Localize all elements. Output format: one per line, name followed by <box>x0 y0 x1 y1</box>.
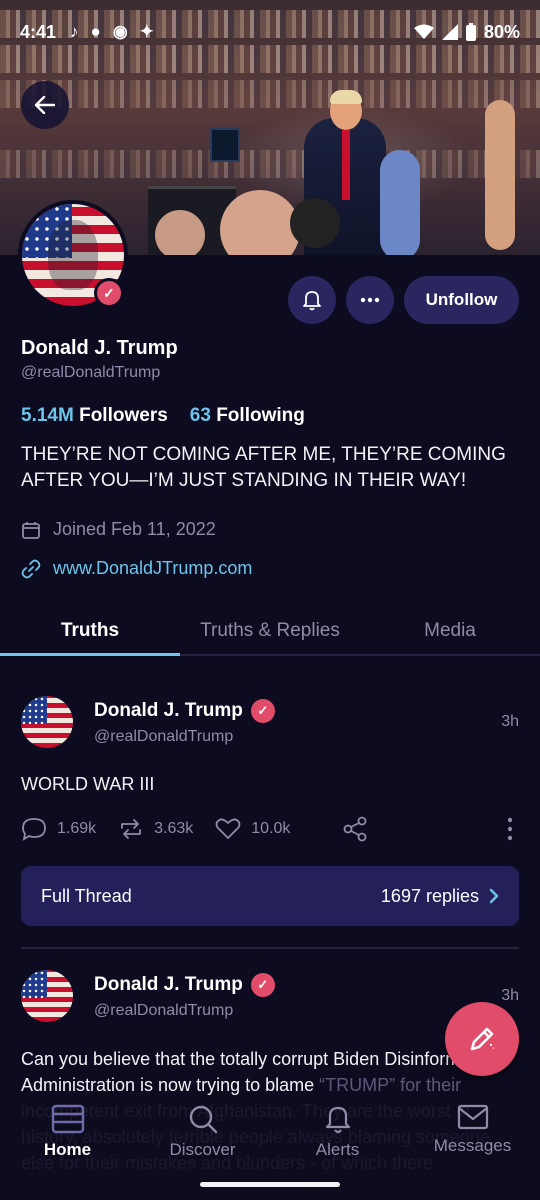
back-button[interactable] <box>21 81 69 129</box>
full-thread-button[interactable]: Full Thread 1697 replies <box>21 866 519 926</box>
verified-badge-icon: ✓ <box>94 278 124 308</box>
share-button[interactable] <box>342 816 368 842</box>
retruth-count: 3.63k <box>154 820 194 837</box>
nav-alerts-label: Alerts <box>315 1140 360 1159</box>
post-handle: @realDonaldTrump <box>94 728 234 745</box>
tab-truths[interactable]: Truths <box>0 608 180 656</box>
followers-count: 5.14M <box>21 405 74 426</box>
following-link[interactable]: 63 Following <box>190 405 305 427</box>
twitter-icon: ✦ <box>139 22 154 41</box>
full-thread-label: Full Thread <box>41 885 132 906</box>
post-divider <box>21 947 519 949</box>
more-vertical-icon <box>507 817 513 841</box>
comment-icon <box>22 818 46 841</box>
post-author[interactable]: Donald J. Trump ✓ <box>94 699 275 723</box>
repost-icon <box>121 819 142 839</box>
reply-count: 1.69k <box>57 820 97 837</box>
compose-pen-icon <box>470 1027 494 1051</box>
compose-button[interactable] <box>445 1002 519 1076</box>
tab-truths-and-replies[interactable]: Truths & Replies <box>180 608 360 654</box>
heart-icon <box>215 818 241 839</box>
link-icon <box>21 559 41 578</box>
post-time: 3h <box>501 713 519 730</box>
arrow-left-icon <box>35 96 55 114</box>
unfollow-button[interactable]: Unfollow <box>404 276 519 324</box>
website-row[interactable]: www.DonaldJTrump.com <box>21 558 252 579</box>
notifications-bell-button[interactable] <box>288 276 336 324</box>
tiktok-icon: ♪ <box>70 22 79 41</box>
website-link[interactable]: www.DonaldJTrump.com <box>53 558 252 579</box>
nav-home-label: Home <box>43 1140 92 1159</box>
post-author[interactable]: Donald J. Trump ✓ <box>94 973 275 997</box>
home-icon <box>51 1104 84 1134</box>
thread-replies-count: 1697 replies <box>380 885 479 906</box>
more-options-button[interactable] <box>346 276 394 324</box>
signal-icon <box>441 24 458 40</box>
home-indicator[interactable] <box>200 1182 340 1187</box>
post-author-name: Donald J. Trump <box>94 700 243 721</box>
retruth-button[interactable]: 3.63k <box>118 817 193 841</box>
profile-handle: @realDonaldTrump <box>21 364 161 381</box>
bell-icon <box>325 1106 350 1134</box>
calendar-icon <box>22 521 40 539</box>
bell-icon <box>303 291 321 311</box>
reddit-icon: ● <box>90 22 101 41</box>
follow-stats: 5.14M Followers 63 Following <box>21 405 305 427</box>
like-button[interactable]: 10.0k <box>215 817 290 841</box>
spotify-icon: ◉ <box>112 22 128 41</box>
joined-date-row: Joined Feb 11, 2022 <box>21 519 216 540</box>
profile-bio: THEY’RE NOT COMING AFTER ME, THEY’RE COM… <box>21 444 506 491</box>
followers-link[interactable]: 5.14M Followers <box>21 405 168 427</box>
verified-badge-icon: ✓ <box>250 699 275 723</box>
like-count: 10.0k <box>251 820 291 837</box>
profile-display-name: Donald J. Trump <box>21 337 178 359</box>
nav-messages-label: Messages <box>433 1136 512 1155</box>
search-icon <box>189 1105 217 1134</box>
reply-button[interactable]: 1.69k <box>21 817 96 841</box>
nav-messages[interactable]: Messages <box>413 1104 533 1200</box>
share-icon <box>344 816 367 842</box>
battery-percent: 80% <box>483 21 520 42</box>
profile-tabs: Truths Truths & Replies Media <box>0 608 540 656</box>
post-author-name: Donald J. Trump <box>94 974 243 995</box>
following-label: Following <box>216 405 305 426</box>
post-handle: @realDonaldTrump <box>94 1002 234 1019</box>
post-avatar[interactable] <box>21 696 73 748</box>
verified-badge-icon: ✓ <box>250 973 275 997</box>
joined-date: Joined Feb 11, 2022 <box>53 519 216 539</box>
status-time: 4:41 <box>20 21 57 42</box>
wifi-icon <box>413 24 434 39</box>
followers-label: Followers <box>79 405 168 426</box>
battery-icon <box>465 23 476 41</box>
status-bar: 4:41 ♪ ● ◉ ✦ 80% <box>0 0 540 64</box>
nav-home[interactable]: Home <box>8 1104 128 1200</box>
nav-discover-label: Discover <box>169 1140 236 1159</box>
mail-icon <box>457 1104 488 1130</box>
post-time: 3h <box>501 987 519 1004</box>
post-text: WORLD WAR III <box>21 774 155 794</box>
more-horizontal-icon <box>360 297 380 303</box>
post-avatar[interactable] <box>21 970 73 1022</box>
post-more-button[interactable] <box>507 817 513 841</box>
following-count: 63 <box>189 405 211 426</box>
post-actions: 1.69k 3.63k 10.0k <box>21 816 519 842</box>
chevron-right-icon <box>489 888 499 904</box>
tab-media[interactable]: Media <box>360 608 540 654</box>
